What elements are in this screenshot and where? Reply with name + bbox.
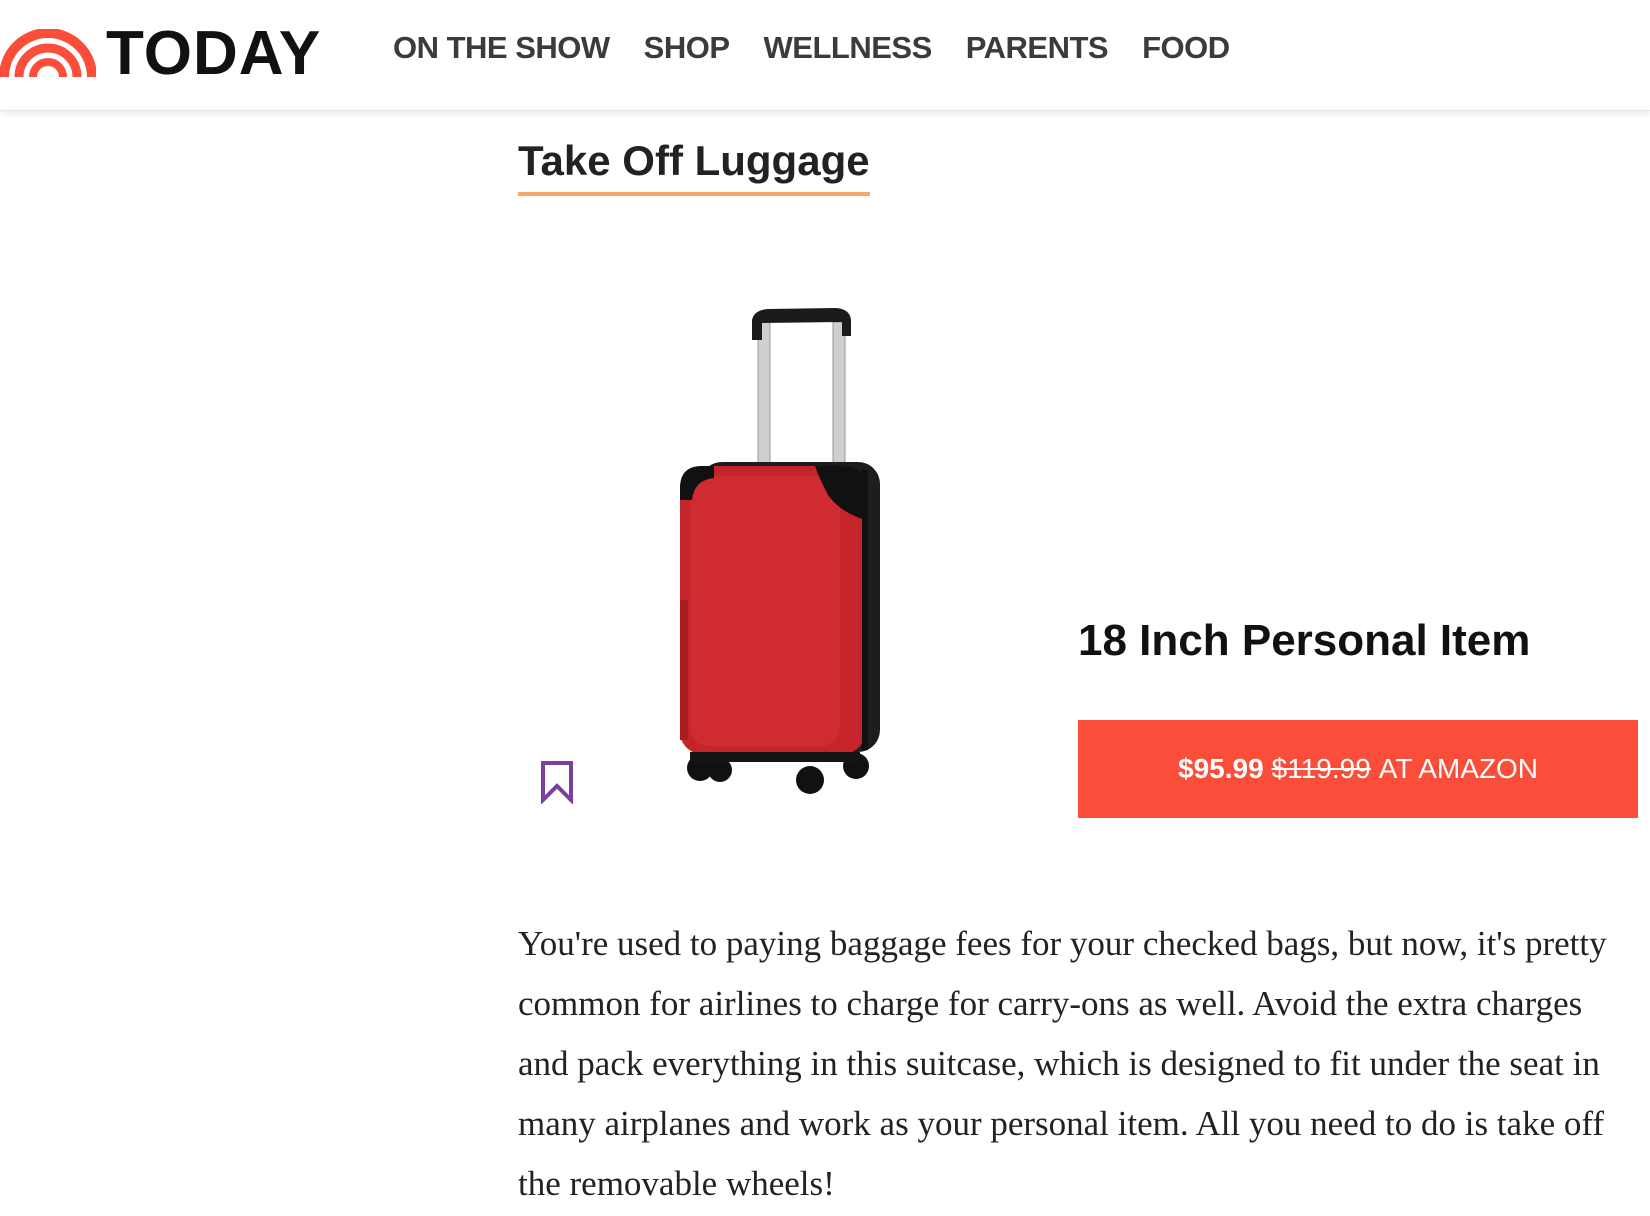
- nav-item-wellness[interactable]: WELLNESS: [764, 30, 933, 66]
- product-name: 18 Inch Personal Item: [1078, 616, 1531, 665]
- nav-item-shop[interactable]: SHOP: [644, 30, 730, 66]
- article-paragraph: You're used to paying baggage fees for y…: [518, 924, 1607, 1203]
- nav-item-on-the-show[interactable]: ON THE SHOW: [393, 30, 610, 66]
- nav-item-parents[interactable]: PARENTS: [966, 30, 1109, 66]
- buy-at-amazon-button[interactable]: $95.99 $119.99 AT AMAZON: [1078, 720, 1638, 818]
- retailer-label: AT AMAZON: [1378, 753, 1538, 784]
- product-image[interactable]: [650, 300, 910, 810]
- red-suitcase-image: [680, 308, 880, 794]
- nav-item-food[interactable]: FOOD: [1142, 30, 1230, 66]
- logo-wordmark: TODAY: [106, 19, 322, 88]
- price-original: $119.99: [1271, 753, 1371, 784]
- bookmark-icon[interactable]: [538, 760, 576, 805]
- main-nav: ON THE SHOW SHOP WELLNESS PARENTS FOOD: [393, 30, 1264, 66]
- site-header: TODAY ON THE SHOW SHOP WELLNESS PARENTS …: [0, 0, 1650, 111]
- today-logo[interactable]: TODAY: [0, 14, 321, 94]
- section-title: Take Off Luggage: [518, 137, 870, 197]
- price-current: $95.99: [1178, 753, 1264, 784]
- rainbow-logo-icon: [0, 29, 96, 78]
